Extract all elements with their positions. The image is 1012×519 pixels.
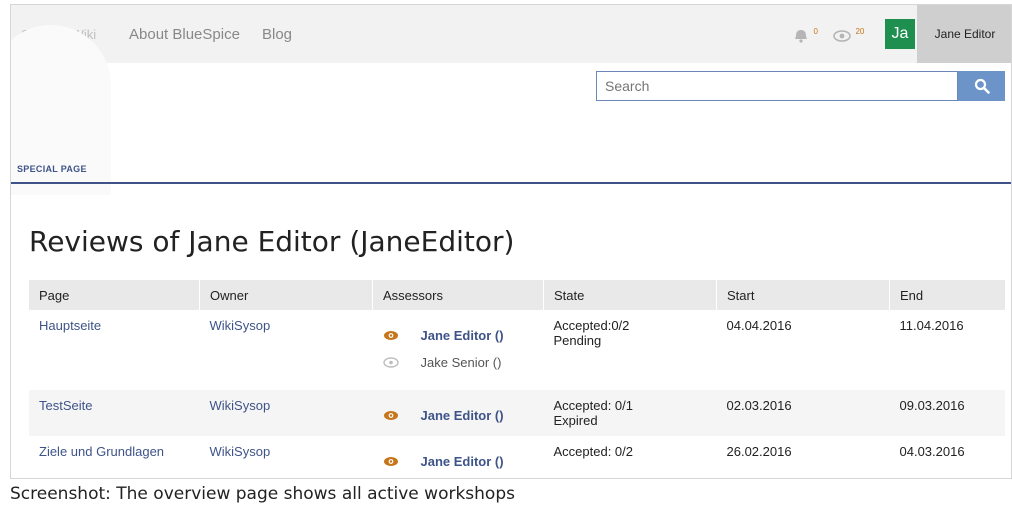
owner-link[interactable]: WikiSysop: [210, 398, 271, 413]
state-accepted: Accepted: 0/2: [553, 444, 634, 459]
eye-icon: [382, 357, 403, 368]
notifications-count: 0: [813, 27, 818, 36]
reviews-table: Page Owner Assessors State Start End Hau…: [29, 280, 1005, 478]
start-date: 02.03.2016: [716, 390, 890, 436]
owner-link[interactable]: WikiSysop: [210, 318, 271, 333]
search-input[interactable]: [596, 71, 958, 101]
column-header-state[interactable]: State: [543, 280, 717, 310]
owner-link[interactable]: WikiSysop: [210, 444, 271, 459]
eye-icon: [833, 30, 851, 42]
assessor-item: Jane Editor (): [383, 408, 534, 423]
assessor-item: Jane Editor (): [383, 328, 534, 343]
screenshot-caption: Screenshot: The overview page shows all …: [10, 484, 515, 504]
table-header-row: Page Owner Assessors State Start End: [29, 280, 1005, 310]
state-status: Pending: [553, 333, 602, 348]
state-status: Expired: [553, 413, 598, 428]
header-divider: [11, 182, 1011, 184]
start-date: 04.04.2016: [726, 318, 792, 333]
column-header-assessors[interactable]: Assessors: [372, 280, 544, 310]
table-row: TestSeite WikiSysop Jane Editor () Accep…: [29, 390, 1005, 436]
table-row: Hauptseite WikiSysop Jane Editor () Jake…: [29, 310, 1005, 390]
state-accepted: Accepted: 0/1: [553, 398, 634, 413]
user-menu-button[interactable]: Jane Editor: [917, 5, 1011, 63]
assessor-item: Jane Editor (): [383, 454, 534, 469]
eye-icon: [383, 410, 403, 421]
notifications-button[interactable]: 0: [793, 27, 818, 45]
assessor-link[interactable]: Jane Editor (): [421, 454, 504, 469]
end-date: 04.03.2016: [899, 444, 965, 459]
column-header-start[interactable]: Start: [716, 280, 890, 310]
start-date: 26.02.2016: [726, 444, 792, 459]
table-row: Ziele und Grundlagen WikiSysop Jane Edit…: [29, 436, 1005, 478]
nav-about-bluespice[interactable]: About BlueSpice: [129, 26, 240, 43]
end-date: 09.03.2016: [889, 390, 1005, 436]
eye-icon: [383, 330, 403, 341]
user-name: Jane Editor: [934, 27, 996, 41]
page-link[interactable]: TestSeite: [39, 398, 92, 413]
app-window: SchnakoWiki About BlueSpice Blog 0 20 Ja…: [10, 4, 1012, 479]
state-accepted: Accepted:0/2: [553, 318, 630, 333]
avatar[interactable]: Ja: [885, 19, 915, 49]
search-icon: [974, 78, 990, 94]
column-header-owner[interactable]: Owner: [199, 280, 373, 310]
nav-blog[interactable]: Blog: [262, 26, 292, 43]
watchlist-button[interactable]: 20: [833, 27, 864, 45]
assessor-link[interactable]: Jake Senior (): [421, 355, 502, 370]
bell-icon: [795, 30, 807, 43]
special-page-label: SPECIAL PAGE: [17, 164, 87, 174]
page-link[interactable]: Hauptseite: [39, 318, 101, 333]
top-bar: SchnakoWiki About BlueSpice Blog 0 20 Ja…: [11, 5, 1011, 63]
assessor-item: Jake Senior (): [382, 355, 534, 370]
page-link[interactable]: Ziele und Grundlagen: [39, 444, 164, 459]
eye-icon: [383, 456, 403, 467]
assessor-link[interactable]: Jane Editor (): [421, 408, 504, 423]
watchlist-count: 20: [855, 27, 865, 36]
assessor-link[interactable]: Jane Editor (): [421, 328, 504, 343]
end-date: 11.04.2016: [899, 318, 964, 333]
column-header-page[interactable]: Page: [29, 280, 200, 310]
page-title: Reviews of Jane Editor (JaneEditor): [29, 225, 515, 258]
column-header-end[interactable]: End: [889, 280, 1005, 310]
search-button[interactable]: [958, 71, 1005, 101]
